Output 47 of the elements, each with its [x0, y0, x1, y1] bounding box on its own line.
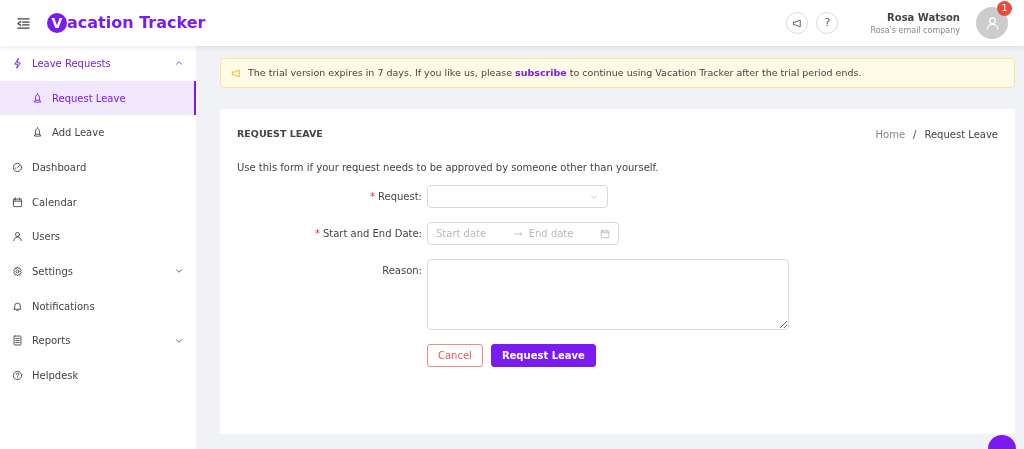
intro-text: Use this form if your request needs to be approved by someone other than yourself. [237, 161, 660, 175]
field-label: Request: [378, 191, 422, 202]
sidebar-item[interactable]: Calendar [0, 184, 196, 220]
calendar-icon [600, 228, 610, 239]
sidebar-item[interactable]: Reports [0, 323, 196, 359]
sidebar-item[interactable]: Dashboard [0, 150, 196, 185]
reason-field[interactable] [427, 259, 789, 330]
nav-icon [12, 196, 23, 208]
sidebar-item[interactable]: Users [0, 219, 196, 255]
help-button[interactable]: ? [816, 12, 839, 34]
user-icon [984, 15, 1000, 31]
user-name: Rosa Watson [886, 10, 960, 25]
menu-icon [16, 15, 31, 31]
required-mark: * [370, 191, 375, 202]
nav-icon [12, 265, 23, 277]
cancel-button[interactable]: Cancel [427, 344, 483, 367]
logo-icon: V [47, 13, 67, 33]
submit-button[interactable]: Request Leave [490, 344, 596, 367]
megaphone-icon [791, 17, 803, 29]
sidebar-item[interactable]: Notifications [0, 288, 196, 324]
subscribe-link[interactable]: subscribe [515, 66, 567, 78]
nav-icon [12, 57, 23, 69]
announcement-button[interactable] [786, 12, 809, 34]
sidebar-item[interactable]: Add Leave [0, 115, 196, 151]
nav-icon [12, 335, 23, 347]
page-title: REQUEST LEAVE [237, 127, 323, 142]
rocket-icon [32, 127, 43, 139]
brand-name: acation Tracker [67, 12, 206, 34]
megaphone-icon [231, 67, 242, 79]
nav-icon [12, 370, 23, 382]
sidebar-item[interactable]: Request Leave [0, 80, 196, 116]
notification-count: 1 [997, 1, 1012, 16]
nav-icon [12, 161, 23, 173]
breadcrumb-link[interactable]: Home [875, 127, 906, 142]
required-mark: * [314, 228, 320, 239]
breadcrumb-separator: / [913, 128, 917, 142]
sidebar-item[interactable]: Settings [0, 254, 196, 289]
breadcrumb-current: Request Leave [924, 128, 998, 142]
alert-text: The trial version expires in 7 days. If you like us, please subscribe to continue using Vacation Tracker after the trial period ends. [248, 65, 862, 80]
nav-icon [12, 231, 23, 243]
sidebar-item[interactable]: Leave Requests [0, 46, 196, 81]
field-label: Start and End Date: [322, 228, 422, 239]
rocket-icon [32, 92, 43, 104]
sidebar-item[interactable]: Helpdesk [0, 358, 196, 393]
nav-icon [12, 300, 23, 312]
field-label: Reason: [382, 265, 422, 276]
company-name: Rosa's email company [870, 24, 960, 37]
